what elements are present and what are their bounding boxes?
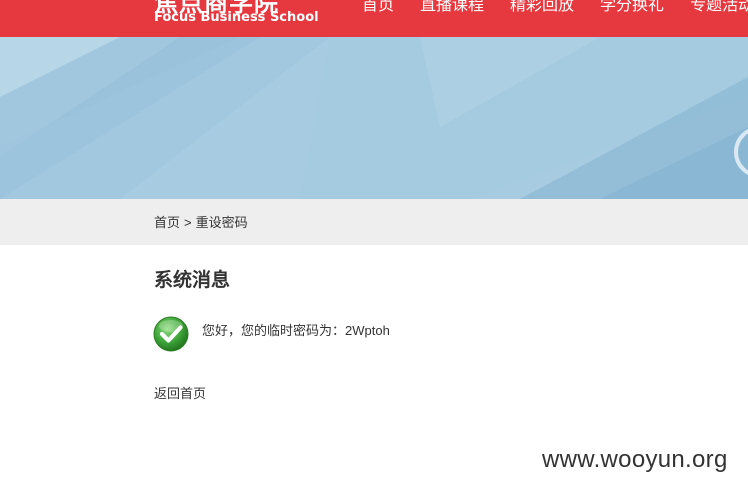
breadcrumb: 首页 > 重设密码 <box>154 215 248 231</box>
watermark-text: www.wooyun.org <box>542 446 728 473</box>
temporary-password-message: 您好，您的临时密码为：2Wptoh <box>202 323 390 338</box>
banner-background-graphic <box>0 37 748 199</box>
breadcrumb-separator: > <box>184 215 192 230</box>
check-circle-icon <box>153 316 189 352</box>
nav-item-replays[interactable]: 精彩回放 <box>510 0 574 20</box>
site-logo[interactable]: 焦点商学院 Focus Business School <box>154 0 319 35</box>
main-nav: 首页 直播课程 精彩回放 学分换礼 专题活动 <box>362 0 748 20</box>
nav-item-live-courses[interactable]: 直播课程 <box>420 0 484 20</box>
logo-english-text: Focus Business School <box>154 10 319 25</box>
back-to-home-link[interactable]: 返回首页 <box>154 386 206 402</box>
page-title: 系统消息 <box>154 270 231 291</box>
top-header: 焦点商学院 Focus Business School 首页 直播课程 精彩回放… <box>0 0 748 37</box>
nav-item-home[interactable]: 首页 <box>362 0 394 20</box>
hero-banner <box>0 37 748 199</box>
breadcrumb-home-link[interactable]: 首页 <box>154 215 180 230</box>
nav-item-special-events[interactable]: 专题活动 <box>690 0 748 20</box>
breadcrumb-current: 重设密码 <box>195 215 248 230</box>
nav-item-credit-exchange[interactable]: 学分换礼 <box>600 0 664 20</box>
breadcrumb-bar: 首页 > 重设密码 <box>0 199 748 245</box>
